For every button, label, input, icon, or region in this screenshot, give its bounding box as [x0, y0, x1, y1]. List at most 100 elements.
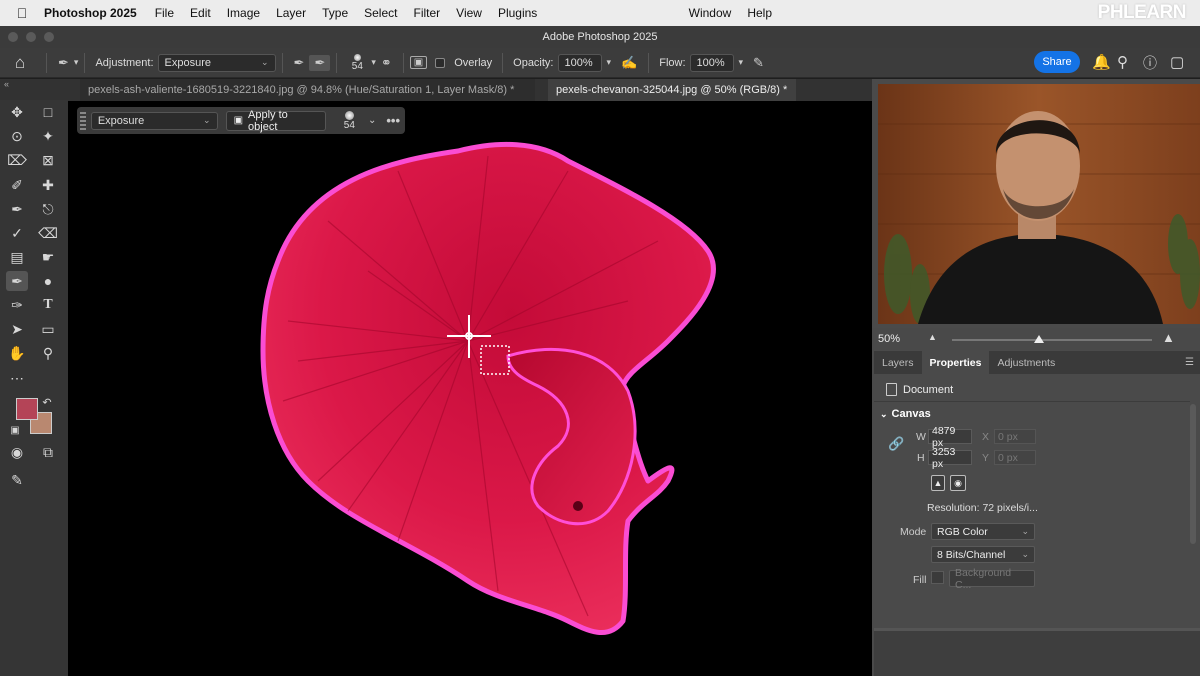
link-icon[interactable]: 🔗 [888, 436, 904, 452]
rectangle-tool-icon[interactable]: ▭ [37, 319, 59, 339]
context-adjustment-dropdown[interactable]: Exposure ⌄ [90, 111, 218, 130]
brush-add-icon[interactable]: ✒ [289, 55, 310, 71]
pressure-opacity-icon[interactable]: ✍ [616, 55, 642, 71]
flow-label: Flow: [659, 56, 686, 69]
portrait-orientation-icon[interactable]: ▲ [931, 475, 945, 491]
mode-dropdown[interactable]: RGB Color ⌄ [931, 523, 1035, 540]
menu-view[interactable]: View [448, 6, 490, 20]
clone-stamp-tool-icon[interactable]: ⎋ [37, 199, 59, 219]
eraser-tool-icon[interactable]: ⌫ [37, 223, 59, 243]
panel-divider[interactable] [874, 628, 1200, 631]
screen-mode-icon[interactable]: ⧉ [37, 442, 59, 462]
opacity-field[interactable]: 100% [557, 53, 602, 72]
tab-document-2[interactable]: pexels-chevanon-325044.jpg @ 50% (RGB/8)… [548, 79, 796, 101]
height-field[interactable]: 3253 px [928, 446, 972, 470]
magic-wand-tool-icon[interactable]: ✦ [37, 126, 59, 146]
home-icon[interactable]: ⌂ [0, 53, 40, 73]
y-field[interactable]: 0 px [994, 450, 1036, 465]
menu-layer[interactable]: Layer [268, 6, 314, 20]
more-options-button[interactable]: ••• [381, 113, 405, 128]
chevron-down-icon[interactable]: ▾ [602, 57, 617, 68]
brush-size-preview[interactable]: 54 [343, 53, 371, 72]
foreground-color-swatch[interactable] [16, 398, 38, 420]
context-brush-size[interactable]: 54 [336, 110, 363, 131]
quick-mask-icon[interactable]: ◉ [6, 442, 28, 462]
close-window-button[interactable] [8, 32, 18, 42]
gradient-tool-icon[interactable]: ▤ [6, 247, 28, 267]
more-tools-icon[interactable]: ⋯ [6, 368, 28, 388]
minimize-window-button[interactable] [26, 32, 36, 42]
eyedropper-tool-icon[interactable]: ✐ [6, 175, 28, 195]
properties-scrollbar[interactable] [1190, 404, 1196, 544]
zoom-slider-thumb[interactable] [1034, 335, 1044, 343]
menu-help[interactable]: Help [739, 6, 780, 20]
tab-properties[interactable]: Properties [921, 351, 990, 374]
tab-adjustments[interactable]: Adjustments [989, 351, 1063, 374]
tab-layers[interactable]: Layers [874, 351, 922, 374]
blur-tool-icon[interactable]: ☛ [37, 247, 59, 267]
flow-field[interactable]: 100% [689, 53, 734, 72]
fill-color-swatch[interactable] [931, 571, 944, 584]
adjustment-dropdown[interactable]: Exposure ⌄ [157, 53, 276, 72]
sample-layers-icon[interactable]: ▣ [409, 56, 428, 69]
workspace-icon[interactable]: ▢ [1170, 53, 1184, 71]
menu-edit[interactable]: Edit [182, 6, 219, 20]
frame-tool-icon[interactable]: ⊠ [37, 150, 59, 170]
menu-app-name[interactable]: Photoshop 2025 [44, 6, 147, 20]
overlay-checkbox[interactable] [435, 57, 446, 68]
landscape-orientation-icon[interactable]: ◉ [950, 475, 966, 491]
menu-type[interactable]: Type [314, 6, 356, 20]
airbrush-icon[interactable]: ✎ [748, 55, 769, 71]
chevron-down-icon[interactable]: ▾ [734, 57, 749, 68]
history-brush-tool-icon[interactable]: ✓ [6, 223, 28, 243]
zoom-tool-icon[interactable]: ⚲ [37, 343, 59, 363]
generative-fill-icon[interactable]: ✎ [6, 470, 28, 490]
x-field[interactable]: 0 px [994, 429, 1036, 444]
menu-image[interactable]: Image [219, 6, 268, 20]
adjustment-brush-icon[interactable]: ✒ [53, 55, 74, 71]
chevron-down-icon[interactable]: ⌄ [363, 115, 381, 126]
share-button[interactable]: Share [1034, 51, 1080, 73]
object-selection-tool-icon[interactable]: ⊙ [6, 126, 28, 146]
menu-select[interactable]: Select [356, 6, 405, 20]
menu-plugins[interactable]: Plugins [490, 6, 545, 20]
zoom-window-button[interactable] [44, 32, 54, 42]
drag-handle-icon[interactable] [80, 111, 86, 130]
hand-tool-icon[interactable]: ✋ [6, 343, 28, 363]
adjustment-brush-tool-icon[interactable]: ✒ [6, 271, 28, 291]
brush-subtract-icon[interactable]: ✒ [309, 54, 331, 71]
marquee-tool-icon[interactable]: □ [37, 102, 59, 122]
menu-file[interactable]: File [147, 6, 182, 20]
canvas-section-header[interactable]: ⌄ Canvas [880, 408, 931, 420]
document-canvas[interactable] [68, 101, 872, 676]
collapse-toolbar-icon[interactable]: « [4, 79, 9, 89]
pen-tool-icon[interactable]: ✑ [6, 295, 28, 315]
zoom-out-icon[interactable]: ▲ [928, 332, 937, 342]
healing-brush-tool-icon[interactable]: ✚ [37, 175, 59, 195]
crop-tool-icon[interactable]: ⌦ [6, 150, 28, 170]
tab-document-1[interactable]: pexels-ash-valiente-1680519-3221840.jpg … [80, 79, 535, 101]
panel-menu-icon[interactable]: ☰ [1185, 357, 1194, 368]
zoom-percentage[interactable]: 50% [878, 333, 900, 345]
move-tool-icon[interactable]: ✥ [6, 102, 28, 122]
fill-dropdown[interactable]: Background C... [949, 567, 1035, 591]
bit-depth-dropdown[interactable]: 8 Bits/Channel ⌄ [931, 546, 1035, 563]
zoom-in-icon[interactable]: ▲ [1162, 330, 1175, 345]
default-colors-icon[interactable]: ▣ [8, 420, 22, 440]
zoom-slider-track[interactable] [952, 339, 1152, 341]
apple-icon[interactable]:  [0, 5, 44, 21]
search-icon[interactable]: ⚲ [1117, 53, 1128, 71]
dodge-tool-icon[interactable]: ● [37, 271, 59, 291]
menu-window[interactable]: Window [681, 6, 740, 20]
swap-colors-icon[interactable]: ↶ [40, 392, 54, 412]
path-selection-tool-icon[interactable]: ➤ [6, 319, 28, 339]
chevron-down-icon[interactable]: ▾ [74, 57, 79, 68]
brush-settings-icon[interactable]: ⚭ [376, 55, 397, 71]
apply-to-object-button[interactable]: ▣ Apply to object [225, 109, 326, 133]
type-tool-icon[interactable]: T [37, 295, 59, 315]
menu-filter[interactable]: Filter [405, 6, 448, 20]
bell-icon[interactable]: 🔔 [1092, 53, 1111, 71]
help-icon[interactable]: ⓘ [1143, 53, 1157, 73]
brush-tool-icon[interactable]: ✒ [6, 199, 28, 219]
width-field[interactable]: 4879 px [928, 425, 972, 449]
